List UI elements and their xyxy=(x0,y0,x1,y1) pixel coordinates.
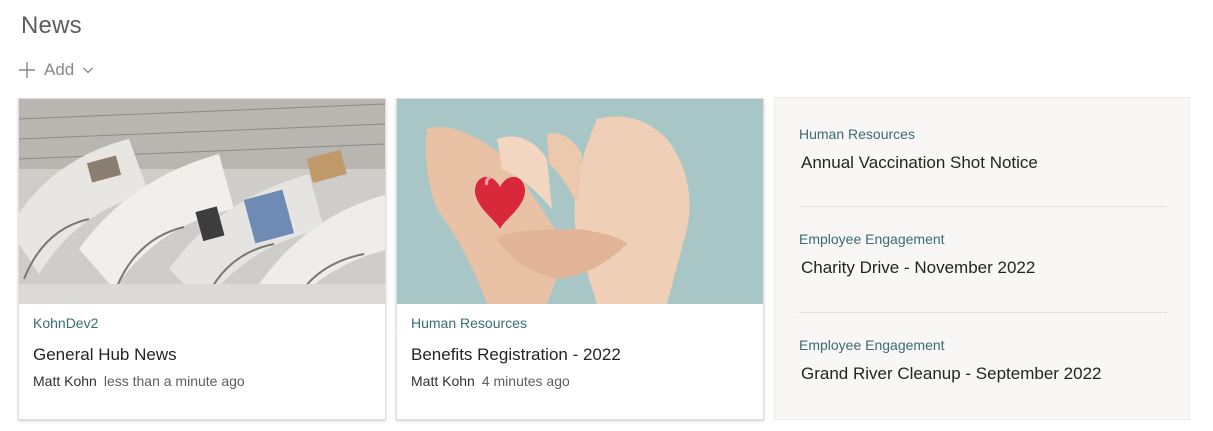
list-item-title[interactable]: Grand River Cleanup - September 2022 xyxy=(799,364,1167,384)
card-title[interactable]: Benefits Registration - 2022 xyxy=(411,345,621,365)
add-button[interactable]: Add xyxy=(18,58,94,82)
list-item-title[interactable]: Annual Vaccination Shot Notice xyxy=(799,153,1167,173)
news-card[interactable]: Human Resources Benefits Registration - … xyxy=(396,98,764,420)
list-item[interactable]: Employee Engagement Grand River Cleanup … xyxy=(799,337,1167,384)
chevron-down-icon xyxy=(82,64,94,76)
list-item-site-link[interactable]: Employee Engagement xyxy=(799,231,1167,247)
card-title[interactable]: General Hub News xyxy=(33,345,177,365)
plus-icon xyxy=(18,61,36,79)
add-label: Add xyxy=(44,60,75,79)
list-item-site-link[interactable]: Employee Engagement xyxy=(799,337,1167,353)
news-card[interactable]: KohnDev2 General Hub News Matt Kohn less… xyxy=(18,98,386,420)
news-side-list: Human Resources Annual Vaccination Shot … xyxy=(774,97,1190,420)
card-time: 4 minutes ago xyxy=(481,373,570,389)
card-site-link[interactable]: Human Resources xyxy=(411,315,527,331)
newspapers-image xyxy=(19,99,385,304)
list-item-title[interactable]: Charity Drive - November 2022 xyxy=(799,258,1167,278)
list-item[interactable]: Human Resources Annual Vaccination Shot … xyxy=(799,126,1167,173)
hands-holding-heart-image xyxy=(397,99,763,304)
card-meta: Matt Kohn 4 minutes ago xyxy=(411,373,570,389)
card-author: Matt Kohn xyxy=(411,373,475,389)
section-title: News xyxy=(21,12,82,39)
divider xyxy=(799,206,1167,207)
list-item-site-link[interactable]: Human Resources xyxy=(799,126,1167,142)
card-site-link[interactable]: KohnDev2 xyxy=(33,315,98,331)
card-author: Matt Kohn xyxy=(33,373,97,389)
card-meta: Matt Kohn less than a minute ago xyxy=(33,373,245,389)
divider xyxy=(799,312,1167,313)
news-thumbnail xyxy=(397,99,763,304)
list-item[interactable]: Employee Engagement Charity Drive - Nove… xyxy=(799,231,1167,278)
card-time: less than a minute ago xyxy=(103,373,245,389)
news-thumbnail xyxy=(19,99,385,304)
